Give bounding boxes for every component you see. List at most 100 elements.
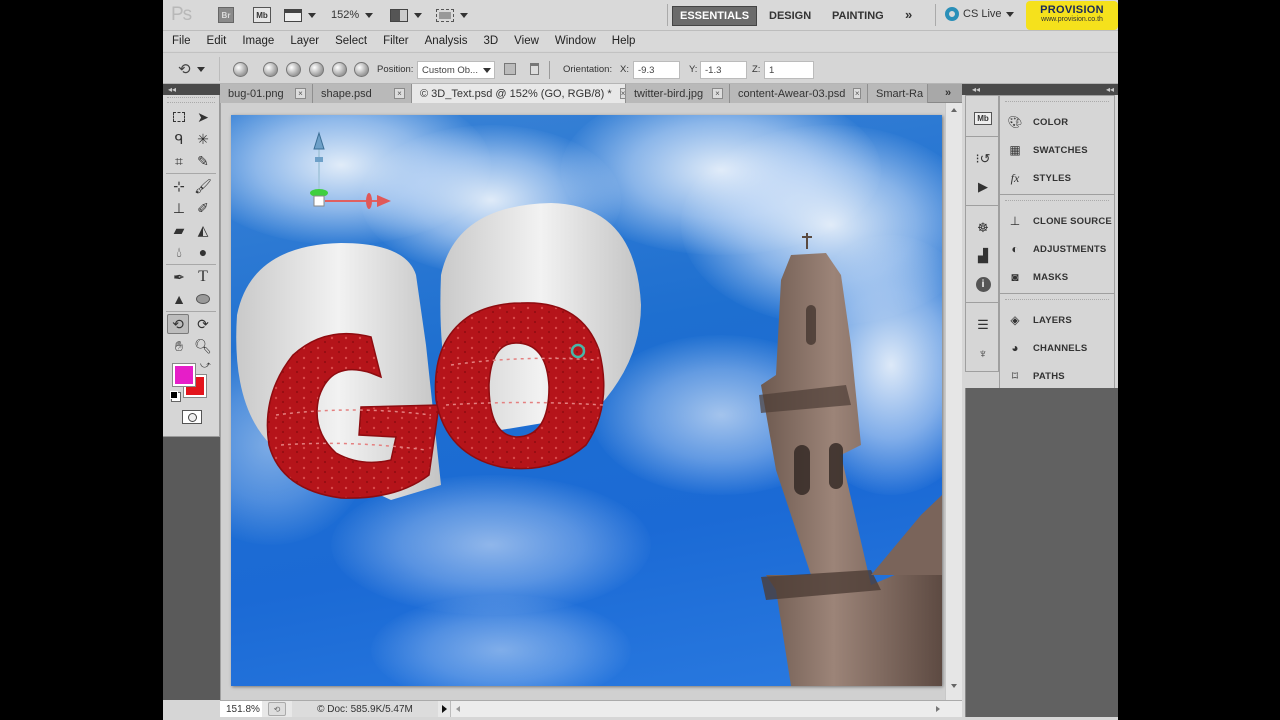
panel-masks[interactable]: ◙ MASKS (1000, 263, 1114, 291)
tool-preset-picker[interactable]: ⟲ (170, 57, 220, 81)
crop-tool[interactable]: ⌗ (168, 151, 190, 171)
actions-panel-button[interactable]: ▶ (966, 173, 1000, 201)
launch-bridge-button[interactable]: Br (218, 7, 234, 23)
save-view-icon[interactable] (504, 63, 516, 75)
menu-select[interactable]: Select (327, 35, 375, 47)
panel-group-grip[interactable] (1005, 200, 1109, 204)
status-zoom-field[interactable]: 151.8% (220, 701, 262, 717)
swap-colors-icon[interactable]: ⤻ (200, 360, 211, 371)
screen-mode-dropdown[interactable] (436, 7, 468, 23)
eyedropper-tool[interactable]: ✎ (192, 151, 214, 171)
panel-channels[interactable]: ◕ CHANNELS (1000, 334, 1114, 362)
status-preview-icon[interactable]: ⟲ (268, 702, 286, 716)
panel-swatches[interactable]: ▦ SWATCHES (1000, 136, 1114, 164)
canvas[interactable] (231, 115, 942, 686)
scroll-right-icon[interactable] (936, 706, 940, 712)
info-panel-button[interactable]: i (966, 270, 1000, 298)
menu-filter[interactable]: Filter (375, 35, 417, 47)
close-icon[interactable]: × (394, 88, 405, 99)
panel-styles[interactable]: fx STYLES (1000, 164, 1114, 192)
3d-camera-rotate-tool[interactable]: ⟳ (192, 314, 214, 334)
pen-tool[interactable]: ✒ (168, 267, 190, 287)
path-selection-tool[interactable]: ▲ (168, 289, 190, 309)
menu-layer[interactable]: Layer (282, 35, 327, 47)
status-menu-button[interactable] (438, 705, 450, 713)
tab-3d-text[interactable]: © 3D_Text.psd @ 152% (GO, RGB/8) * × (412, 84, 626, 103)
shape-tool[interactable] (192, 289, 214, 309)
zoom-level-dropdown[interactable]: 152% (331, 7, 374, 23)
panel-color[interactable]: 🎨︎ COLOR (1000, 108, 1114, 136)
tab-smart-ra[interactable]: Smart-Ra (868, 84, 928, 103)
type-tool[interactable]: T (192, 267, 214, 287)
marquee-tool[interactable] (168, 107, 190, 127)
orientation-z-input[interactable] (764, 61, 814, 79)
scroll-up-icon[interactable] (951, 108, 957, 112)
menu-image[interactable]: Image (234, 35, 282, 47)
panel-paths[interactable]: ⌑ PATHS (1000, 362, 1114, 390)
3d-object-rotate-tool[interactable]: ⟲ (167, 314, 189, 334)
3d-scale-icon[interactable] (354, 62, 369, 77)
toolbox-collapse-button[interactable]: ◂◂ (163, 84, 220, 95)
cs-live-button[interactable]: CS Live (945, 7, 1014, 21)
magic-wand-tool[interactable]: ✳ (192, 129, 214, 149)
tabs-overflow-button[interactable]: » (934, 84, 962, 102)
more-workspaces-button[interactable]: » (905, 7, 912, 22)
3d-rotate-icon[interactable] (263, 62, 278, 77)
return-to-initial-position-icon[interactable] (233, 62, 248, 77)
menu-edit[interactable]: Edit (199, 35, 235, 47)
lasso-tool[interactable]: ᑫ (168, 129, 190, 149)
3d-drag-icon[interactable] (309, 62, 324, 77)
icon-dock-collapse-button[interactable]: ◂◂ (972, 84, 980, 95)
menu-view[interactable]: View (506, 35, 547, 47)
delete-view-icon[interactable] (530, 63, 539, 75)
toolbox-grip[interactable] (167, 97, 215, 103)
tab-content-awear[interactable]: content-Awear-03.psd × (730, 84, 868, 103)
arrange-documents-dropdown[interactable] (390, 7, 422, 23)
navigator-panel-button[interactable]: ☸ (966, 214, 1000, 242)
3d-roll-icon[interactable] (286, 62, 301, 77)
scroll-down-icon[interactable] (951, 684, 957, 688)
foreground-color-swatch[interactable] (173, 364, 195, 386)
workspace-essentials[interactable]: ESSENTIALS (672, 6, 758, 26)
panel-clone-source[interactable]: ⊥ CLONE SOURCE (1000, 207, 1114, 235)
history-brush-tool[interactable]: ✐ (192, 198, 214, 218)
move-tool[interactable]: ➤ (192, 107, 214, 127)
histogram-panel-button[interactable]: ▟ (966, 242, 1000, 270)
hand-tool[interactable]: ✋︎ (168, 336, 190, 356)
menu-help[interactable]: Help (604, 35, 644, 47)
3d-slide-icon[interactable] (332, 62, 347, 77)
panel-group-grip[interactable] (1005, 101, 1109, 105)
default-colors-icon[interactable] (170, 391, 178, 399)
mini-bridge-panel-button[interactable]: Mb (966, 104, 1000, 132)
dodge-tool[interactable]: ● (192, 242, 214, 262)
horizontal-scrollbar[interactable] (450, 701, 962, 717)
brush-tool[interactable]: 🖌︎ (192, 176, 214, 196)
close-icon[interactable]: × (295, 88, 306, 99)
view-extras-dropdown[interactable] (284, 7, 316, 23)
workspace-painting[interactable]: PAINTING (825, 6, 891, 26)
blur-tool[interactable]: 💧︎ (168, 242, 190, 262)
3d-panel-button[interactable]: ☰ (966, 311, 1000, 339)
menu-file[interactable]: File (172, 35, 199, 47)
brush-presets-panel-button[interactable]: ♆ (966, 339, 1000, 367)
menu-window[interactable]: Window (547, 35, 604, 47)
history-panel-button[interactable]: ⁝↺ (966, 145, 1000, 173)
tab-shape[interactable]: shape.psd × (313, 84, 412, 103)
menu-3d[interactable]: 3D (475, 35, 506, 47)
eraser-tool[interactable]: ▰ (168, 220, 190, 240)
tab-twitter-bird[interactable]: twitter-bird.jpg × (626, 84, 730, 103)
workspace-design[interactable]: DESIGN (762, 6, 818, 26)
paint-bucket-tool[interactable]: ◭ (192, 220, 214, 240)
scroll-left-icon[interactable] (456, 706, 460, 712)
orientation-x-input[interactable] (633, 61, 680, 79)
close-icon[interactable]: × (712, 88, 723, 99)
orientation-y-input[interactable] (700, 61, 747, 79)
quick-mask-button[interactable] (182, 410, 202, 424)
clone-stamp-tool[interactable]: ⊥ (168, 198, 190, 218)
panel-adjustments[interactable]: ◐ ADJUSTMENTS (1000, 235, 1114, 263)
close-icon[interactable]: × (853, 88, 861, 99)
menu-analysis[interactable]: Analysis (417, 35, 476, 47)
panel-layers[interactable]: ◈ LAYERS (1000, 306, 1114, 334)
panel-group-grip[interactable] (1005, 299, 1109, 303)
spot-healing-tool[interactable]: ⊹ (168, 176, 190, 196)
